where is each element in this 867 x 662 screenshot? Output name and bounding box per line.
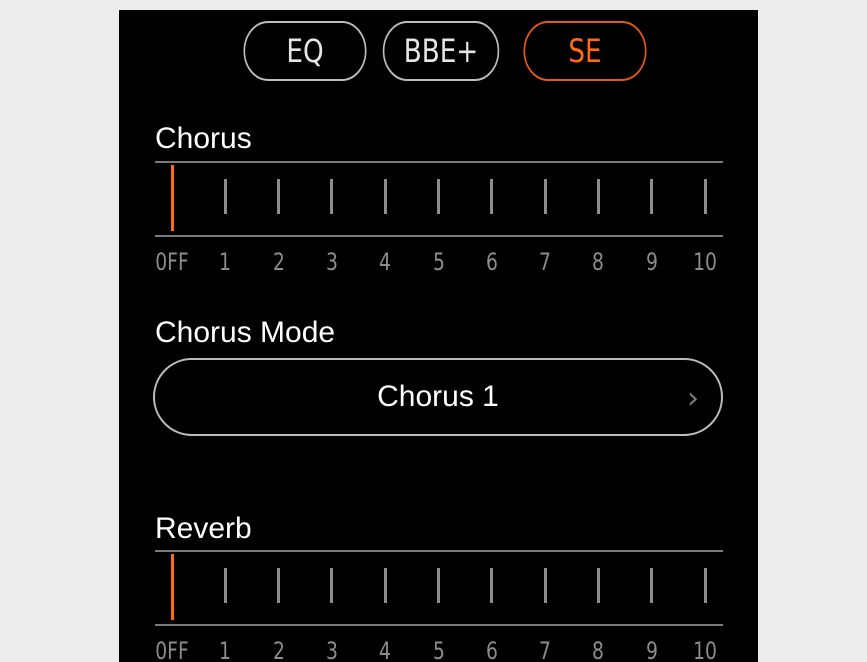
reverb-tick-1[interactable] xyxy=(223,568,227,603)
reverb-scale-label: 1 xyxy=(219,637,232,662)
chorus-tick-2[interactable] xyxy=(277,179,281,214)
reverb-tick-0ff[interactable] xyxy=(170,554,174,620)
tab-se[interactable]: SE xyxy=(523,21,647,81)
reverb-title: Reverb xyxy=(155,512,252,545)
reverb-scale-label: 5 xyxy=(432,637,445,662)
chorus-scale-label: 9 xyxy=(645,248,658,276)
reverb-tick-5[interactable] xyxy=(437,568,440,603)
chorus-bottom-rule xyxy=(155,235,723,237)
reverb-scale-label: 8 xyxy=(592,637,605,662)
reverb-tick-9[interactable] xyxy=(650,568,654,603)
chorus-scale-labels: 0FF 1 2 3 4 5 6 7 8 9 10 xyxy=(155,248,723,278)
reverb-slider[interactable] xyxy=(155,554,723,620)
reverb-scale-label: 9 xyxy=(645,637,658,662)
chorus-scale-label: 5 xyxy=(432,248,445,276)
tab-bbe-plus[interactable]: BBE+ xyxy=(382,21,500,81)
chorus-scale-label: 8 xyxy=(592,248,605,276)
chorus-title: Chorus xyxy=(155,122,252,155)
chorus-mode-selector[interactable]: Chorus 1 › xyxy=(153,358,723,436)
reverb-tick-4[interactable] xyxy=(383,568,387,603)
chorus-scale-label: 2 xyxy=(272,248,285,276)
reverb-top-rule xyxy=(155,550,723,552)
chorus-tick-10[interactable] xyxy=(703,179,707,214)
tab-bar: EQ BBE+ SE xyxy=(119,21,758,85)
chorus-tick-1[interactable] xyxy=(223,179,227,214)
reverb-scale-label: 3 xyxy=(325,637,338,662)
chorus-tick-5[interactable] xyxy=(437,179,440,214)
chorus-tick-6[interactable] xyxy=(490,179,494,214)
reverb-tick-8[interactable] xyxy=(596,568,600,603)
reverb-scale-label: 10 xyxy=(693,637,717,662)
chorus-mode-title: Chorus Mode xyxy=(155,316,336,349)
reverb-bottom-rule xyxy=(155,624,723,626)
reverb-tick-2[interactable] xyxy=(277,568,281,603)
reverb-scale-label: 7 xyxy=(539,637,552,662)
reverb-scale-labels: 0FF 1 2 3 4 5 6 7 8 9 10 xyxy=(155,637,723,662)
chorus-tick-7[interactable] xyxy=(543,179,547,214)
chorus-tick-0ff[interactable] xyxy=(170,165,174,231)
chorus-scale-label: 1 xyxy=(219,248,232,276)
chorus-scale-label: 6 xyxy=(485,248,498,276)
chorus-scale-label: 3 xyxy=(325,248,338,276)
reverb-tick-7[interactable] xyxy=(543,568,547,603)
chorus-scale-label: 7 xyxy=(539,248,552,276)
reverb-scale-label: 2 xyxy=(272,637,285,662)
chorus-top-rule xyxy=(155,161,723,163)
reverb-tick-10[interactable] xyxy=(703,568,707,603)
reverb-tick-6[interactable] xyxy=(490,568,494,603)
chorus-mode-value: Chorus 1 xyxy=(377,380,499,413)
chorus-tick-3[interactable] xyxy=(330,179,334,214)
reverb-scale-label: 4 xyxy=(379,637,392,662)
reverb-tick-3[interactable] xyxy=(330,568,334,603)
chorus-scale-label: 0FF xyxy=(155,248,189,276)
chorus-tick-8[interactable] xyxy=(596,179,600,214)
chorus-tick-9[interactable] xyxy=(650,179,654,214)
reverb-scale-label: 6 xyxy=(485,637,498,662)
chorus-scale-label: 10 xyxy=(693,248,717,276)
tab-eq[interactable]: EQ xyxy=(243,21,367,81)
chorus-slider[interactable] xyxy=(155,165,723,231)
chevron-right-icon: › xyxy=(687,381,699,416)
chorus-scale-label: 4 xyxy=(379,248,392,276)
chorus-tick-4[interactable] xyxy=(383,179,387,214)
sound-effects-panel: EQ BBE+ SE Chorus 0FF 1 2 3 4 5 6 7 8 9 10 Chorus … xyxy=(119,10,758,662)
reverb-scale-label: 0FF xyxy=(155,637,189,662)
